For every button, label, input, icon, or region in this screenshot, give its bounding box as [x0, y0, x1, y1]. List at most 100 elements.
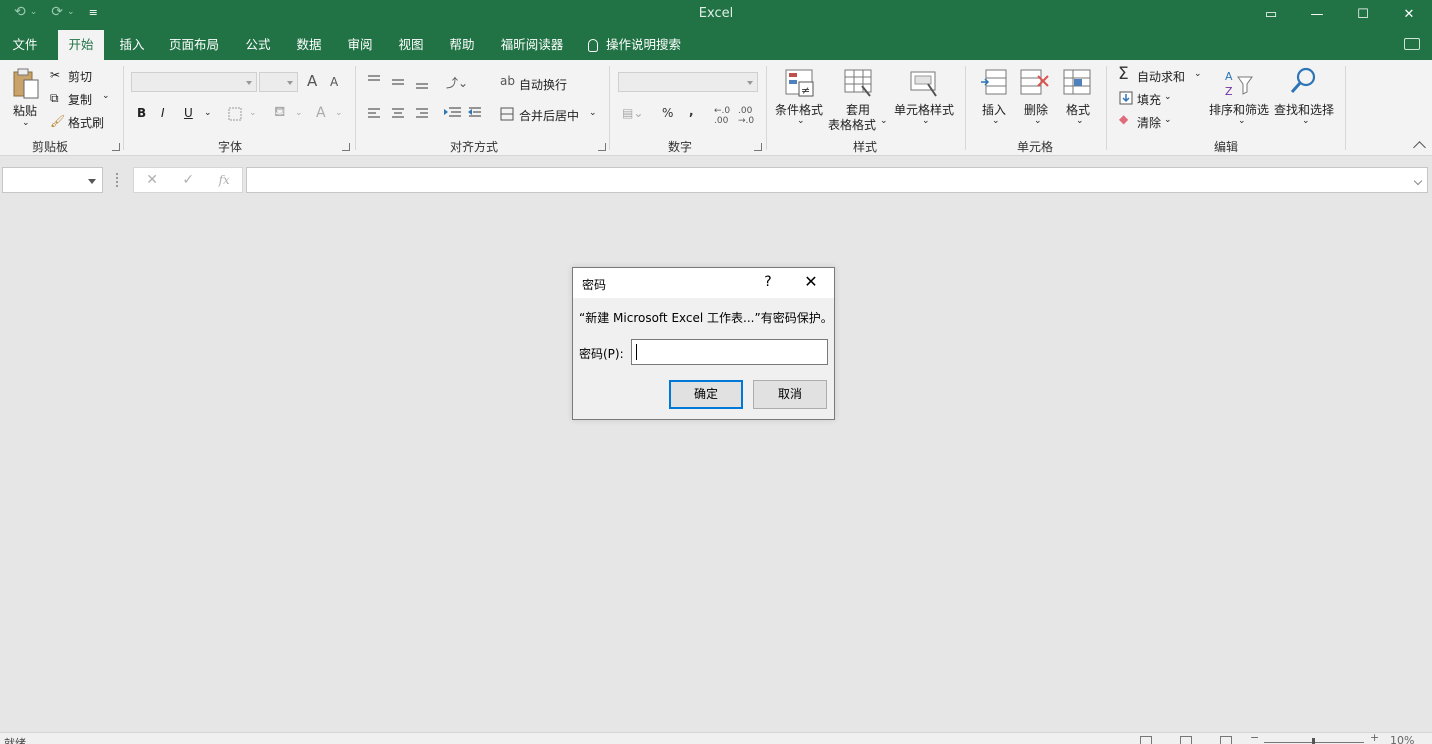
autosum-button[interactable]: 自动求和 [1137, 68, 1185, 85]
copy-dropdown-icon[interactable]: ⌄ [102, 91, 110, 101]
font-name-dropdown[interactable] [131, 72, 257, 92]
minimize-icon[interactable]: — [1294, 0, 1340, 28]
sort-filter-dropdown-icon[interactable]: ⌄ [1238, 116, 1246, 126]
dialog-close-icon[interactable]: ✕ [801, 272, 821, 292]
font-launcher-icon[interactable] [342, 143, 350, 151]
format-painter-icon: 🖌 [50, 114, 66, 128]
format-cells-dropdown-icon[interactable]: ⌄ [1076, 116, 1084, 126]
tab-home[interactable]: 开始 [58, 30, 104, 60]
zoom-out-icon[interactable]: − [1250, 731, 1259, 744]
enter-entry-icon[interactable]: ✓ [182, 172, 194, 188]
grow-font-button[interactable]: A [307, 72, 317, 90]
cancel-entry-icon[interactable]: ✕ [146, 172, 158, 188]
delete-cells-dropdown-icon[interactable]: ⌄ [1034, 116, 1042, 126]
wrap-text-button[interactable]: 自动换行 [519, 76, 567, 93]
paste-dropdown-icon[interactable]: ⌄ [22, 118, 30, 128]
cell-styles-dropdown-icon[interactable]: ⌄ [922, 116, 930, 126]
tab-view[interactable]: 视图 [389, 30, 433, 60]
accounting-format-icon[interactable]: ▤⌄ [622, 106, 643, 120]
tab-page-layout[interactable]: 页面布局 [162, 30, 226, 60]
fill-color-dropdown-icon[interactable]: ⌄ [295, 108, 303, 118]
font-color-dropdown-icon[interactable]: ⌄ [335, 108, 343, 118]
horizontal-align-icons[interactable] [366, 107, 438, 121]
maximize-icon[interactable]: ☐ [1340, 0, 1386, 28]
indent-icons[interactable] [443, 106, 487, 120]
collapse-ribbon-icon[interactable] [1413, 141, 1426, 154]
fill-button[interactable]: 填充 [1137, 91, 1161, 108]
tab-help[interactable]: 帮助 [440, 30, 484, 60]
bold-button[interactable]: B [137, 106, 146, 120]
tab-data[interactable]: 数据 [287, 30, 331, 60]
italic-button[interactable]: I [161, 106, 165, 120]
group-label-number: 数字 [667, 140, 692, 154]
zoom-in-icon[interactable]: + [1370, 731, 1379, 744]
zoom-slider-thumb[interactable] [1312, 738, 1315, 744]
underline-button[interactable]: U [184, 106, 193, 120]
zoom-level[interactable]: 10% [1390, 734, 1414, 744]
tab-formulas[interactable]: 公式 [236, 30, 280, 60]
conditional-dropdown-icon[interactable]: ⌄ [797, 116, 805, 126]
alignment-launcher-icon[interactable] [598, 143, 606, 151]
status-bar: 就绪 − + 10% [0, 731, 1432, 744]
merge-center-button[interactable]: 合并后居中 [519, 107, 579, 124]
number-launcher-icon[interactable] [754, 143, 762, 151]
orientation-icon[interactable]: ⤴⌄ [446, 74, 468, 91]
format-painter-button[interactable]: 格式刷 [68, 114, 104, 131]
comma-button[interactable]: , [689, 104, 694, 118]
borders-icon[interactable] [228, 107, 242, 121]
fill-color-icon[interactable]: ⛾ [274, 104, 285, 122]
ok-button[interactable]: 确定 [669, 380, 743, 409]
merge-dropdown-icon[interactable]: ⌄ [589, 108, 597, 118]
formula-input[interactable] [246, 167, 1428, 193]
fill-dropdown-icon[interactable]: ⌄ [1164, 92, 1172, 102]
ribbon-display-options-icon[interactable]: ▭ [1248, 0, 1294, 28]
normal-view-icon[interactable] [1140, 736, 1152, 744]
paste-icon[interactable] [12, 68, 40, 100]
group-label-font: 字体 [217, 140, 242, 154]
autosum-dropdown-icon[interactable]: ⌄ [1194, 69, 1202, 79]
decrease-decimal-icon[interactable]: .00 →.0 [738, 106, 754, 126]
comments-icon[interactable] [1404, 38, 1420, 50]
clear-button[interactable]: 清除 [1137, 114, 1161, 131]
clipboard-launcher-icon[interactable] [112, 143, 120, 151]
format-as-table-line2[interactable]: 表格格式 [828, 116, 876, 133]
app-title: Excel [698, 6, 734, 21]
name-box[interactable] [2, 167, 103, 193]
insert-function-icon[interactable]: fx [219, 173, 230, 187]
group-separator [965, 66, 966, 150]
group-separator [355, 66, 356, 150]
tab-insert[interactable]: 插入 [110, 30, 154, 60]
insert-cells-dropdown-icon[interactable]: ⌄ [992, 116, 1000, 126]
page-layout-view-icon[interactable] [1180, 736, 1192, 744]
underline-dropdown-icon[interactable]: ⌄ [204, 108, 212, 118]
cut-icon: ✂ [50, 68, 61, 82]
font-color-button[interactable]: A [316, 105, 326, 121]
close-icon[interactable]: ✕ [1386, 0, 1432, 28]
tell-me-search[interactable]: 操作说明搜索 [588, 30, 681, 60]
percent-button[interactable]: % [662, 106, 673, 120]
find-select-dropdown-icon[interactable]: ⌄ [1302, 116, 1310, 126]
paste-button[interactable]: 粘贴 [13, 102, 37, 119]
tab-foxit-reader[interactable]: 福昕阅读器 [494, 30, 570, 60]
tab-file[interactable]: 文件 [0, 30, 50, 60]
svg-text:Z: Z [1225, 85, 1233, 98]
increase-decimal-icon[interactable]: ←.0.00 [714, 106, 730, 126]
group-label-cells: 单元格 [1016, 140, 1053, 154]
page-break-view-icon[interactable] [1220, 736, 1232, 744]
formula-bar-grip-icon[interactable] [116, 173, 118, 187]
window-controls: ▭ — ☐ ✕ [1248, 0, 1432, 28]
shrink-font-button[interactable]: A [330, 75, 338, 89]
vertical-align-icons[interactable] [366, 74, 438, 90]
autosum-icon: Σ [1118, 64, 1129, 84]
clear-dropdown-icon[interactable]: ⌄ [1164, 115, 1172, 125]
password-input[interactable] [631, 339, 828, 365]
number-format-dropdown[interactable] [618, 72, 758, 92]
borders-dropdown-icon[interactable]: ⌄ [249, 108, 257, 118]
copy-button[interactable]: 复制 [68, 91, 92, 108]
font-size-dropdown[interactable] [259, 72, 298, 92]
cut-button[interactable]: 剪切 [68, 68, 92, 85]
cancel-button[interactable]: 取消 [753, 380, 827, 409]
tab-review[interactable]: 审阅 [338, 30, 382, 60]
format-as-table-dropdown-icon[interactable]: ⌄ [880, 116, 888, 126]
help-icon[interactable]: ? [761, 274, 775, 290]
